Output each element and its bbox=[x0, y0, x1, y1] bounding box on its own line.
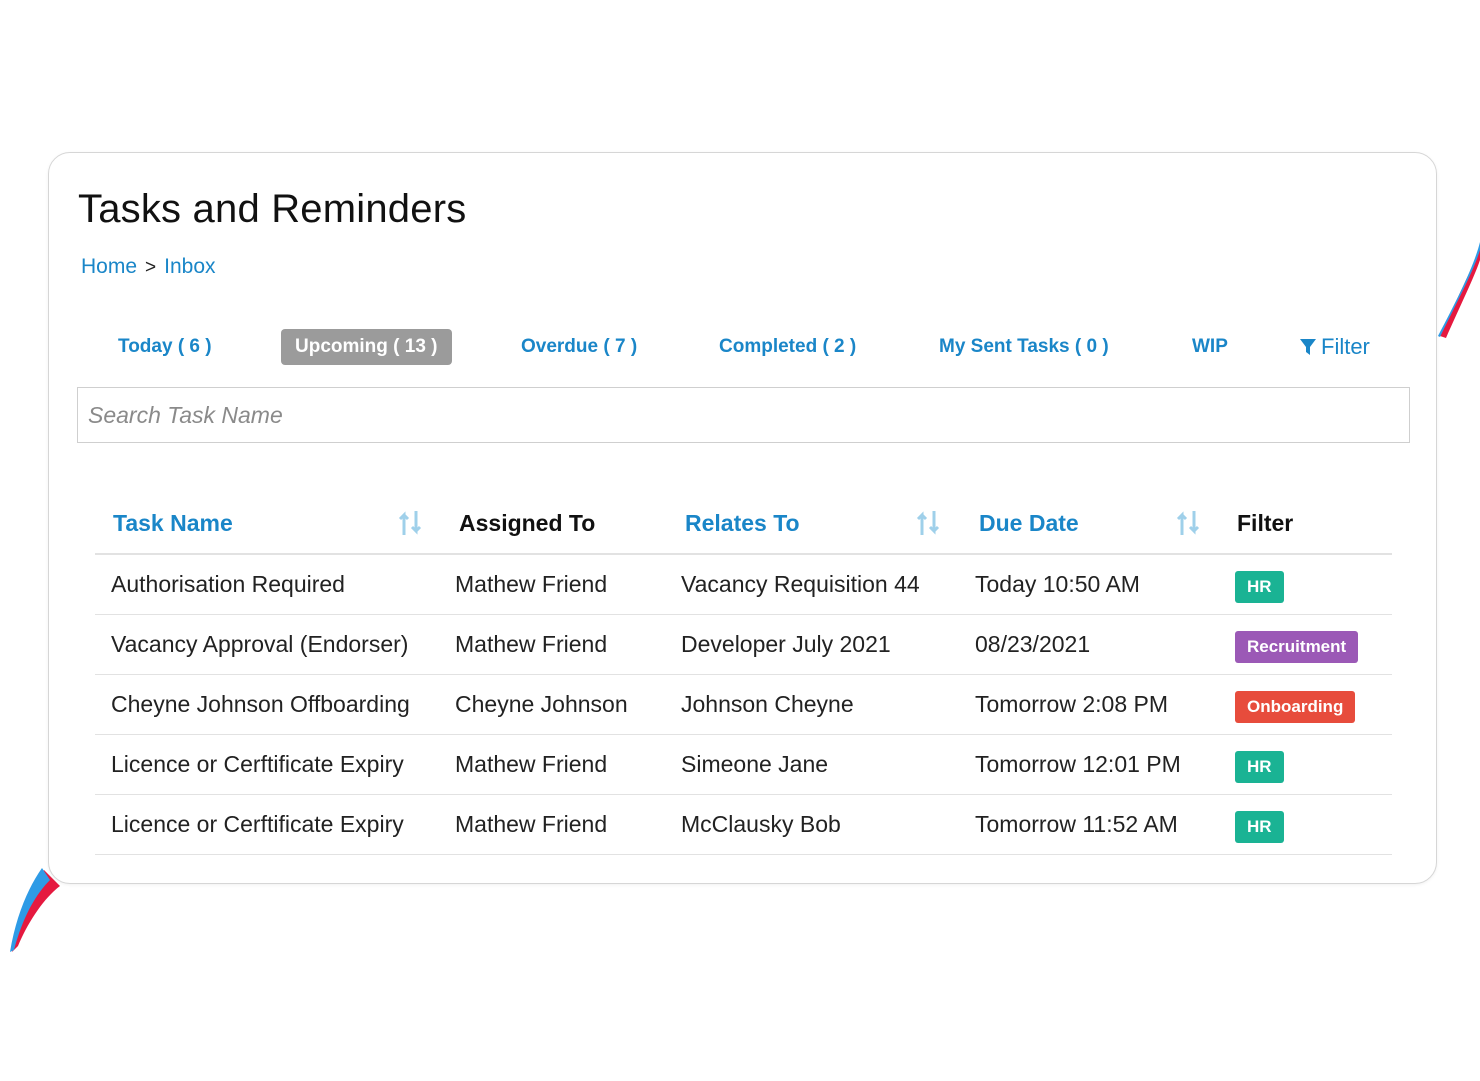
tab-upcoming[interactable]: Upcoming ( 13 ) bbox=[281, 329, 452, 365]
tab-today[interactable]: Today ( 6 ) bbox=[118, 329, 212, 365]
header-due-date[interactable]: Due Date bbox=[959, 493, 1219, 555]
page-title: Tasks and Reminders bbox=[78, 187, 467, 231]
cell-tag: Onboarding bbox=[1219, 674, 1392, 735]
cell-task-name[interactable]: Authorisation Required bbox=[95, 554, 441, 615]
cell-due-date: Tomorrow 11:52 AM bbox=[959, 794, 1219, 855]
cell-due-date: Tomorrow 2:08 PM bbox=[959, 674, 1219, 735]
cell-assigned-to: Mathew Friend bbox=[441, 554, 665, 615]
breadcrumb-home-link[interactable]: Home bbox=[81, 255, 137, 278]
breadcrumb: Home > Inbox bbox=[81, 255, 216, 279]
cell-tag: HR bbox=[1219, 734, 1392, 795]
task-tabs: Today ( 6 ) Upcoming ( 13 ) Overdue ( 7 … bbox=[49, 329, 1436, 365]
filter-button-label: Filter bbox=[1321, 334, 1370, 359]
search-task-input[interactable] bbox=[77, 387, 1410, 443]
table-row[interactable]: Authorisation Required Mathew Friend Vac… bbox=[95, 554, 1392, 615]
tab-completed[interactable]: Completed ( 2 ) bbox=[719, 329, 856, 365]
cell-assigned-to: Mathew Friend bbox=[441, 614, 665, 675]
header-relates-to-label: Relates To bbox=[685, 509, 800, 536]
sort-arrows-icon bbox=[916, 511, 940, 535]
header-filter-label: Filter bbox=[1237, 509, 1294, 536]
cell-task-name[interactable]: Licence or Cerftificate Expiry bbox=[95, 734, 441, 795]
header-due-date-label: Due Date bbox=[979, 509, 1079, 536]
filter-funnel-icon bbox=[1300, 339, 1316, 355]
breadcrumb-separator: > bbox=[145, 257, 157, 278]
cell-relates-to[interactable]: Johnson Cheyne bbox=[665, 674, 959, 735]
decorative-swoosh-right bbox=[1438, 242, 1480, 338]
cell-task-name[interactable]: Cheyne Johnson Offboarding bbox=[95, 674, 441, 735]
table-row[interactable]: Licence or Cerftificate Expiry Mathew Fr… bbox=[95, 794, 1392, 855]
cell-due-date: Tomorrow 12:01 PM bbox=[959, 734, 1219, 795]
tab-my-sent-tasks[interactable]: My Sent Tasks ( 0 ) bbox=[939, 329, 1109, 365]
tab-overdue[interactable]: Overdue ( 7 ) bbox=[521, 329, 637, 365]
cell-tag: HR bbox=[1219, 794, 1392, 855]
breadcrumb-inbox-link[interactable]: Inbox bbox=[164, 255, 215, 278]
table-row[interactable]: Licence or Cerftificate Expiry Mathew Fr… bbox=[95, 734, 1392, 795]
sort-arrows-icon bbox=[1176, 511, 1200, 535]
swoosh-blue-stroke bbox=[1438, 242, 1480, 337]
tag-badge-recruitment: Recruitment bbox=[1235, 630, 1359, 663]
cell-due-date: 08/23/2021 bbox=[959, 614, 1219, 675]
tasks-card: Tasks and Reminders Home > Inbox Today ( 6… bbox=[48, 152, 1437, 884]
tab-wip[interactable]: WIP bbox=[1192, 329, 1228, 365]
tasks-table: Task Name Assigned To Relates To Due Dat… bbox=[95, 493, 1392, 855]
table-row[interactable]: Cheyne Johnson Offboarding Cheyne Johnso… bbox=[95, 674, 1392, 735]
cell-assigned-to: Mathew Friend bbox=[441, 794, 665, 855]
tag-badge-onboarding: Onboarding bbox=[1235, 690, 1356, 723]
header-filter: Filter bbox=[1219, 493, 1392, 555]
tag-badge-hr: HR bbox=[1235, 570, 1284, 603]
cell-relates-to[interactable]: McClausky Bob bbox=[665, 794, 959, 855]
cell-task-name[interactable]: Vacancy Approval (Endorser) bbox=[95, 614, 441, 675]
cell-assigned-to: Cheyne Johnson bbox=[441, 674, 665, 735]
header-assigned-to: Assigned To bbox=[441, 493, 665, 555]
cell-tag: Recruitment bbox=[1219, 614, 1392, 675]
tag-badge-hr: HR bbox=[1235, 810, 1284, 843]
header-task-name-label: Task Name bbox=[113, 509, 233, 536]
table-row[interactable]: Vacancy Approval (Endorser) Mathew Frien… bbox=[95, 614, 1392, 675]
sort-arrows-icon bbox=[398, 511, 422, 535]
cell-relates-to[interactable]: Developer July 2021 bbox=[665, 614, 959, 675]
cell-due-date: Today 10:50 AM bbox=[959, 554, 1219, 615]
cell-assigned-to: Mathew Friend bbox=[441, 734, 665, 795]
cell-task-name[interactable]: Licence or Cerftificate Expiry bbox=[95, 794, 441, 855]
tag-badge-hr: HR bbox=[1235, 750, 1284, 783]
filter-button[interactable]: Filter bbox=[1299, 329, 1370, 365]
header-task-name[interactable]: Task Name bbox=[95, 493, 441, 555]
header-assigned-to-label: Assigned To bbox=[459, 509, 596, 536]
cell-relates-to[interactable]: Simeone Jane bbox=[665, 734, 959, 795]
header-relates-to[interactable]: Relates To bbox=[665, 493, 959, 555]
cell-relates-to[interactable]: Vacancy Requisition 44 bbox=[665, 554, 959, 615]
cell-tag: HR bbox=[1219, 554, 1392, 615]
table-header-row: Task Name Assigned To Relates To Due Dat… bbox=[95, 493, 1392, 555]
